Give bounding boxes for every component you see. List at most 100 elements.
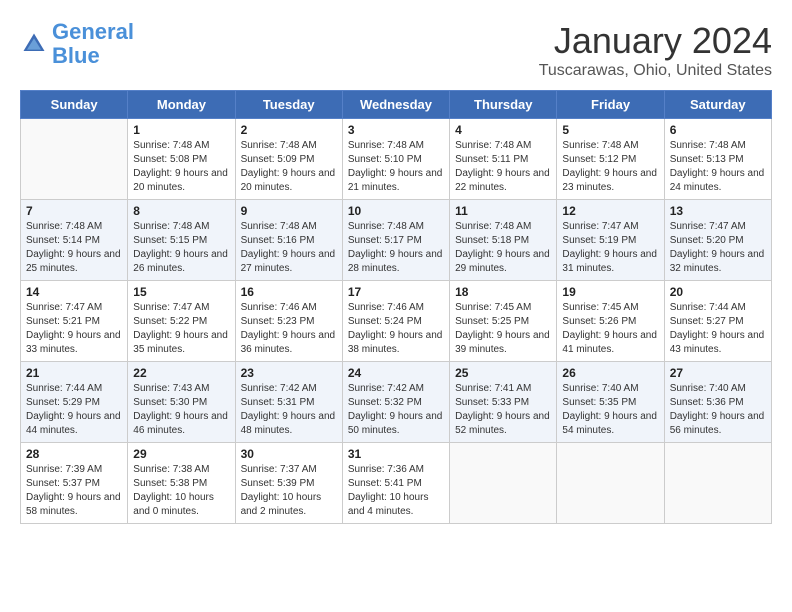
calendar-cell xyxy=(664,443,771,524)
logo-general: General xyxy=(52,19,134,44)
day-of-week-header: Wednesday xyxy=(342,91,449,119)
calendar-week-row: 14 Sunrise: 7:47 AMSunset: 5:21 PMDayligh… xyxy=(21,281,772,362)
day-info: Sunrise: 7:46 AMSunset: 5:23 PMDaylight:… xyxy=(241,301,337,357)
calendar-cell: 27 Sunrise: 7:40 AMSunset: 5:36 PMDayligh… xyxy=(664,362,771,443)
day-info: Sunrise: 7:46 AMSunset: 5:24 PMDaylight:… xyxy=(348,301,444,357)
calendar-cell: 16Sunrise: 7:46 AMSunset: 5:23 PMDayligh… xyxy=(235,281,342,362)
calendar-cell: 28Sunrise: 7:39 AMSunset: 5:37 PMDayligh… xyxy=(21,443,128,524)
day-number: 10 xyxy=(348,204,444,218)
logo-text: General Blue xyxy=(52,20,134,68)
calendar-cell xyxy=(21,119,128,200)
day-info: Sunrise: 7:45 AMSunset: 5:25 PMDaylight:… xyxy=(455,301,551,357)
day-number: 5 xyxy=(562,123,658,137)
day-info: Sunrise: 7:48 AMSunset: 5:12 PMDaylight:… xyxy=(562,139,658,195)
day-number: 27 xyxy=(670,366,766,380)
logo-blue: Blue xyxy=(52,43,100,68)
calendar-cell: 23 Sunrise: 7:42 AMSunset: 5:31 PMDayligh… xyxy=(235,362,342,443)
day-number: 20 xyxy=(670,285,766,299)
calendar-cell: 13 Sunrise: 7:47 AMSunset: 5:20 PMDayligh… xyxy=(664,200,771,281)
day-info: Sunrise: 7:47 AMSunset: 5:21 PMDaylight:… xyxy=(26,301,122,357)
day-number: 18 xyxy=(455,285,551,299)
day-info: Sunrise: 7:48 AMSunset: 5:08 PMDaylight:… xyxy=(133,139,229,195)
day-info: Sunrise: 7:48 AMSunset: 5:13 PMDaylight:… xyxy=(670,139,766,195)
day-of-week-header: Sunday xyxy=(21,91,128,119)
day-info: Sunrise: 7:40 AMSunset: 5:36 PMDaylight:… xyxy=(670,382,766,438)
day-info: Sunrise: 7:47 AMSunset: 5:19 PMDaylight:… xyxy=(562,220,658,276)
day-number: 4 xyxy=(455,123,551,137)
day-info: Sunrise: 7:48 AMSunset: 5:17 PMDaylight:… xyxy=(348,220,444,276)
location: Tuscarawas, Ohio, United States xyxy=(539,62,772,80)
calendar-cell: 4 Sunrise: 7:48 AMSunset: 5:11 PMDaylight… xyxy=(450,119,557,200)
day-info: Sunrise: 7:40 AMSunset: 5:35 PMDaylight:… xyxy=(562,382,658,438)
day-number: 11 xyxy=(455,204,551,218)
day-info: Sunrise: 7:38 AMSunset: 5:38 PMDaylight:… xyxy=(133,463,229,519)
logo-icon xyxy=(20,30,48,58)
calendar-cell: 11 Sunrise: 7:48 AMSunset: 5:18 PMDayligh… xyxy=(450,200,557,281)
day-number: 17 xyxy=(348,285,444,299)
calendar-cell: 30 Sunrise: 7:37 AMSunset: 5:39 PMDayligh… xyxy=(235,443,342,524)
calendar-cell: 26 Sunrise: 7:40 AMSunset: 5:35 PMDayligh… xyxy=(557,362,664,443)
day-number: 9 xyxy=(241,204,337,218)
calendar-week-row: 28Sunrise: 7:39 AMSunset: 5:37 PMDayligh… xyxy=(21,443,772,524)
calendar-cell: 10 Sunrise: 7:48 AMSunset: 5:17 PMDayligh… xyxy=(342,200,449,281)
day-info: Sunrise: 7:45 AMSunset: 5:26 PMDaylight:… xyxy=(562,301,658,357)
day-info: Sunrise: 7:48 AMSunset: 5:18 PMDaylight:… xyxy=(455,220,551,276)
calendar-cell: 1Sunrise: 7:48 AMSunset: 5:08 PMDaylight… xyxy=(128,119,235,200)
calendar-cell: 7 Sunrise: 7:48 AMSunset: 5:14 PMDaylight… xyxy=(21,200,128,281)
day-number: 24 xyxy=(348,366,444,380)
day-info: Sunrise: 7:48 AMSunset: 5:11 PMDaylight:… xyxy=(455,139,551,195)
logo: General Blue xyxy=(20,20,134,68)
day-info: Sunrise: 7:44 AMSunset: 5:27 PMDaylight:… xyxy=(670,301,766,357)
day-of-week-header: Tuesday xyxy=(235,91,342,119)
calendar-cell: 17 Sunrise: 7:46 AMSunset: 5:24 PMDayligh… xyxy=(342,281,449,362)
day-info: Sunrise: 7:41 AMSunset: 5:33 PMDaylight:… xyxy=(455,382,551,438)
calendar-cell: 9Sunrise: 7:48 AMSunset: 5:16 PMDaylight… xyxy=(235,200,342,281)
day-number: 13 xyxy=(670,204,766,218)
calendar-cell: 6Sunrise: 7:48 AMSunset: 5:13 PMDaylight… xyxy=(664,119,771,200)
calendar-cell: 2Sunrise: 7:48 AMSunset: 5:09 PMDaylight… xyxy=(235,119,342,200)
page-header: General Blue January 2024 Tuscarawas, Oh… xyxy=(20,20,772,80)
day-info: Sunrise: 7:48 AMSunset: 5:14 PMDaylight:… xyxy=(26,220,122,276)
day-info: Sunrise: 7:47 AMSunset: 5:22 PMDaylight:… xyxy=(133,301,229,357)
calendar-table: SundayMondayTuesdayWednesdayThursdayFrid… xyxy=(20,90,772,524)
calendar-week-row: 1Sunrise: 7:48 AMSunset: 5:08 PMDaylight… xyxy=(21,119,772,200)
day-number: 8 xyxy=(133,204,229,218)
calendar-header-row: SundayMondayTuesdayWednesdayThursdayFrid… xyxy=(21,91,772,119)
calendar-cell: 12 Sunrise: 7:47 AMSunset: 5:19 PMDayligh… xyxy=(557,200,664,281)
calendar-cell: 25Sunrise: 7:41 AMSunset: 5:33 PMDayligh… xyxy=(450,362,557,443)
calendar-cell: 19 Sunrise: 7:45 AMSunset: 5:26 PMDayligh… xyxy=(557,281,664,362)
day-number: 3 xyxy=(348,123,444,137)
day-number: 12 xyxy=(562,204,658,218)
calendar-cell xyxy=(557,443,664,524)
calendar-cell: 8Sunrise: 7:48 AMSunset: 5:15 PMDaylight… xyxy=(128,200,235,281)
day-number: 29 xyxy=(133,447,229,461)
calendar-cell: 15Sunrise: 7:47 AMSunset: 5:22 PMDayligh… xyxy=(128,281,235,362)
day-number: 21 xyxy=(26,366,122,380)
calendar-week-row: 7 Sunrise: 7:48 AMSunset: 5:14 PMDaylight… xyxy=(21,200,772,281)
day-info: Sunrise: 7:48 AMSunset: 5:10 PMDaylight:… xyxy=(348,139,444,195)
day-number: 7 xyxy=(26,204,122,218)
day-number: 2 xyxy=(241,123,337,137)
day-of-week-header: Monday xyxy=(128,91,235,119)
calendar-cell: 29 Sunrise: 7:38 AMSunset: 5:38 PMDayligh… xyxy=(128,443,235,524)
day-info: Sunrise: 7:37 AMSunset: 5:39 PMDaylight:… xyxy=(241,463,337,519)
day-number: 30 xyxy=(241,447,337,461)
day-number: 19 xyxy=(562,285,658,299)
day-info: Sunrise: 7:43 AMSunset: 5:30 PMDaylight:… xyxy=(133,382,229,438)
title-block: January 2024 Tuscarawas, Ohio, United St… xyxy=(539,20,772,80)
calendar-cell: 22Sunrise: 7:43 AMSunset: 5:30 PMDayligh… xyxy=(128,362,235,443)
day-number: 14 xyxy=(26,285,122,299)
day-of-week-header: Saturday xyxy=(664,91,771,119)
day-info: Sunrise: 7:36 AMSunset: 5:41 PMDaylight:… xyxy=(348,463,444,519)
day-number: 26 xyxy=(562,366,658,380)
day-info: Sunrise: 7:47 AMSunset: 5:20 PMDaylight:… xyxy=(670,220,766,276)
calendar-cell: 18 Sunrise: 7:45 AMSunset: 5:25 PMDayligh… xyxy=(450,281,557,362)
day-info: Sunrise: 7:44 AMSunset: 5:29 PMDaylight:… xyxy=(26,382,122,438)
day-number: 23 xyxy=(241,366,337,380)
calendar-cell: 24Sunrise: 7:42 AMSunset: 5:32 PMDayligh… xyxy=(342,362,449,443)
day-info: Sunrise: 7:42 AMSunset: 5:31 PMDaylight:… xyxy=(241,382,337,438)
calendar-cell: 3 Sunrise: 7:48 AMSunset: 5:10 PMDaylight… xyxy=(342,119,449,200)
day-number: 31 xyxy=(348,447,444,461)
calendar-cell: 31 Sunrise: 7:36 AMSunset: 5:41 PMDayligh… xyxy=(342,443,449,524)
calendar-cell: 20 Sunrise: 7:44 AMSunset: 5:27 PMDayligh… xyxy=(664,281,771,362)
